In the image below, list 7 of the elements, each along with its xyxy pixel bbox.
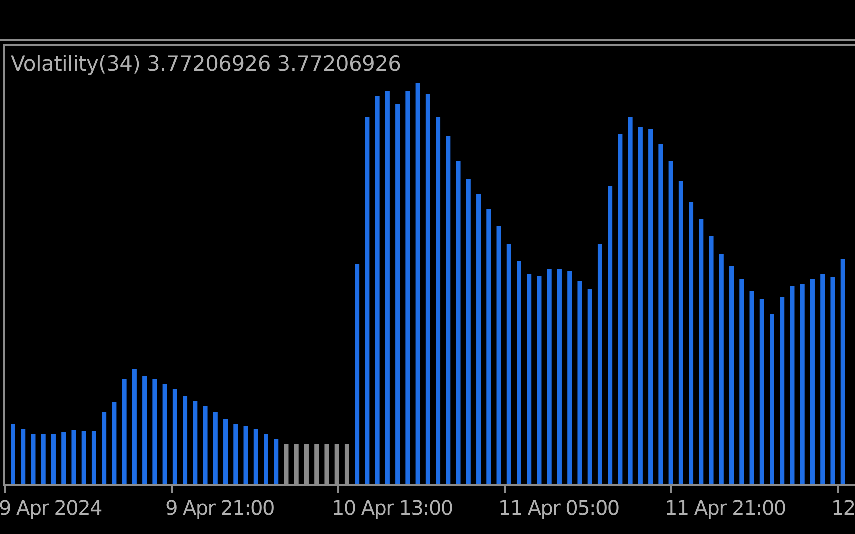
time-axis-label: 12 [832, 496, 855, 520]
time-axis-label: 9 Apr 21:00 [166, 496, 276, 520]
indicator-label: Volatility(34) 3.77206926 3.77206926 [11, 52, 402, 76]
time-axis-label: 9 Apr 2024 [0, 496, 103, 520]
time-axis-label: 10 Apr 13:00 [332, 496, 454, 520]
time-axis-label: 11 Apr 21:00 [665, 496, 787, 520]
time-axis-label: 11 Apr 05:00 [498, 496, 620, 520]
